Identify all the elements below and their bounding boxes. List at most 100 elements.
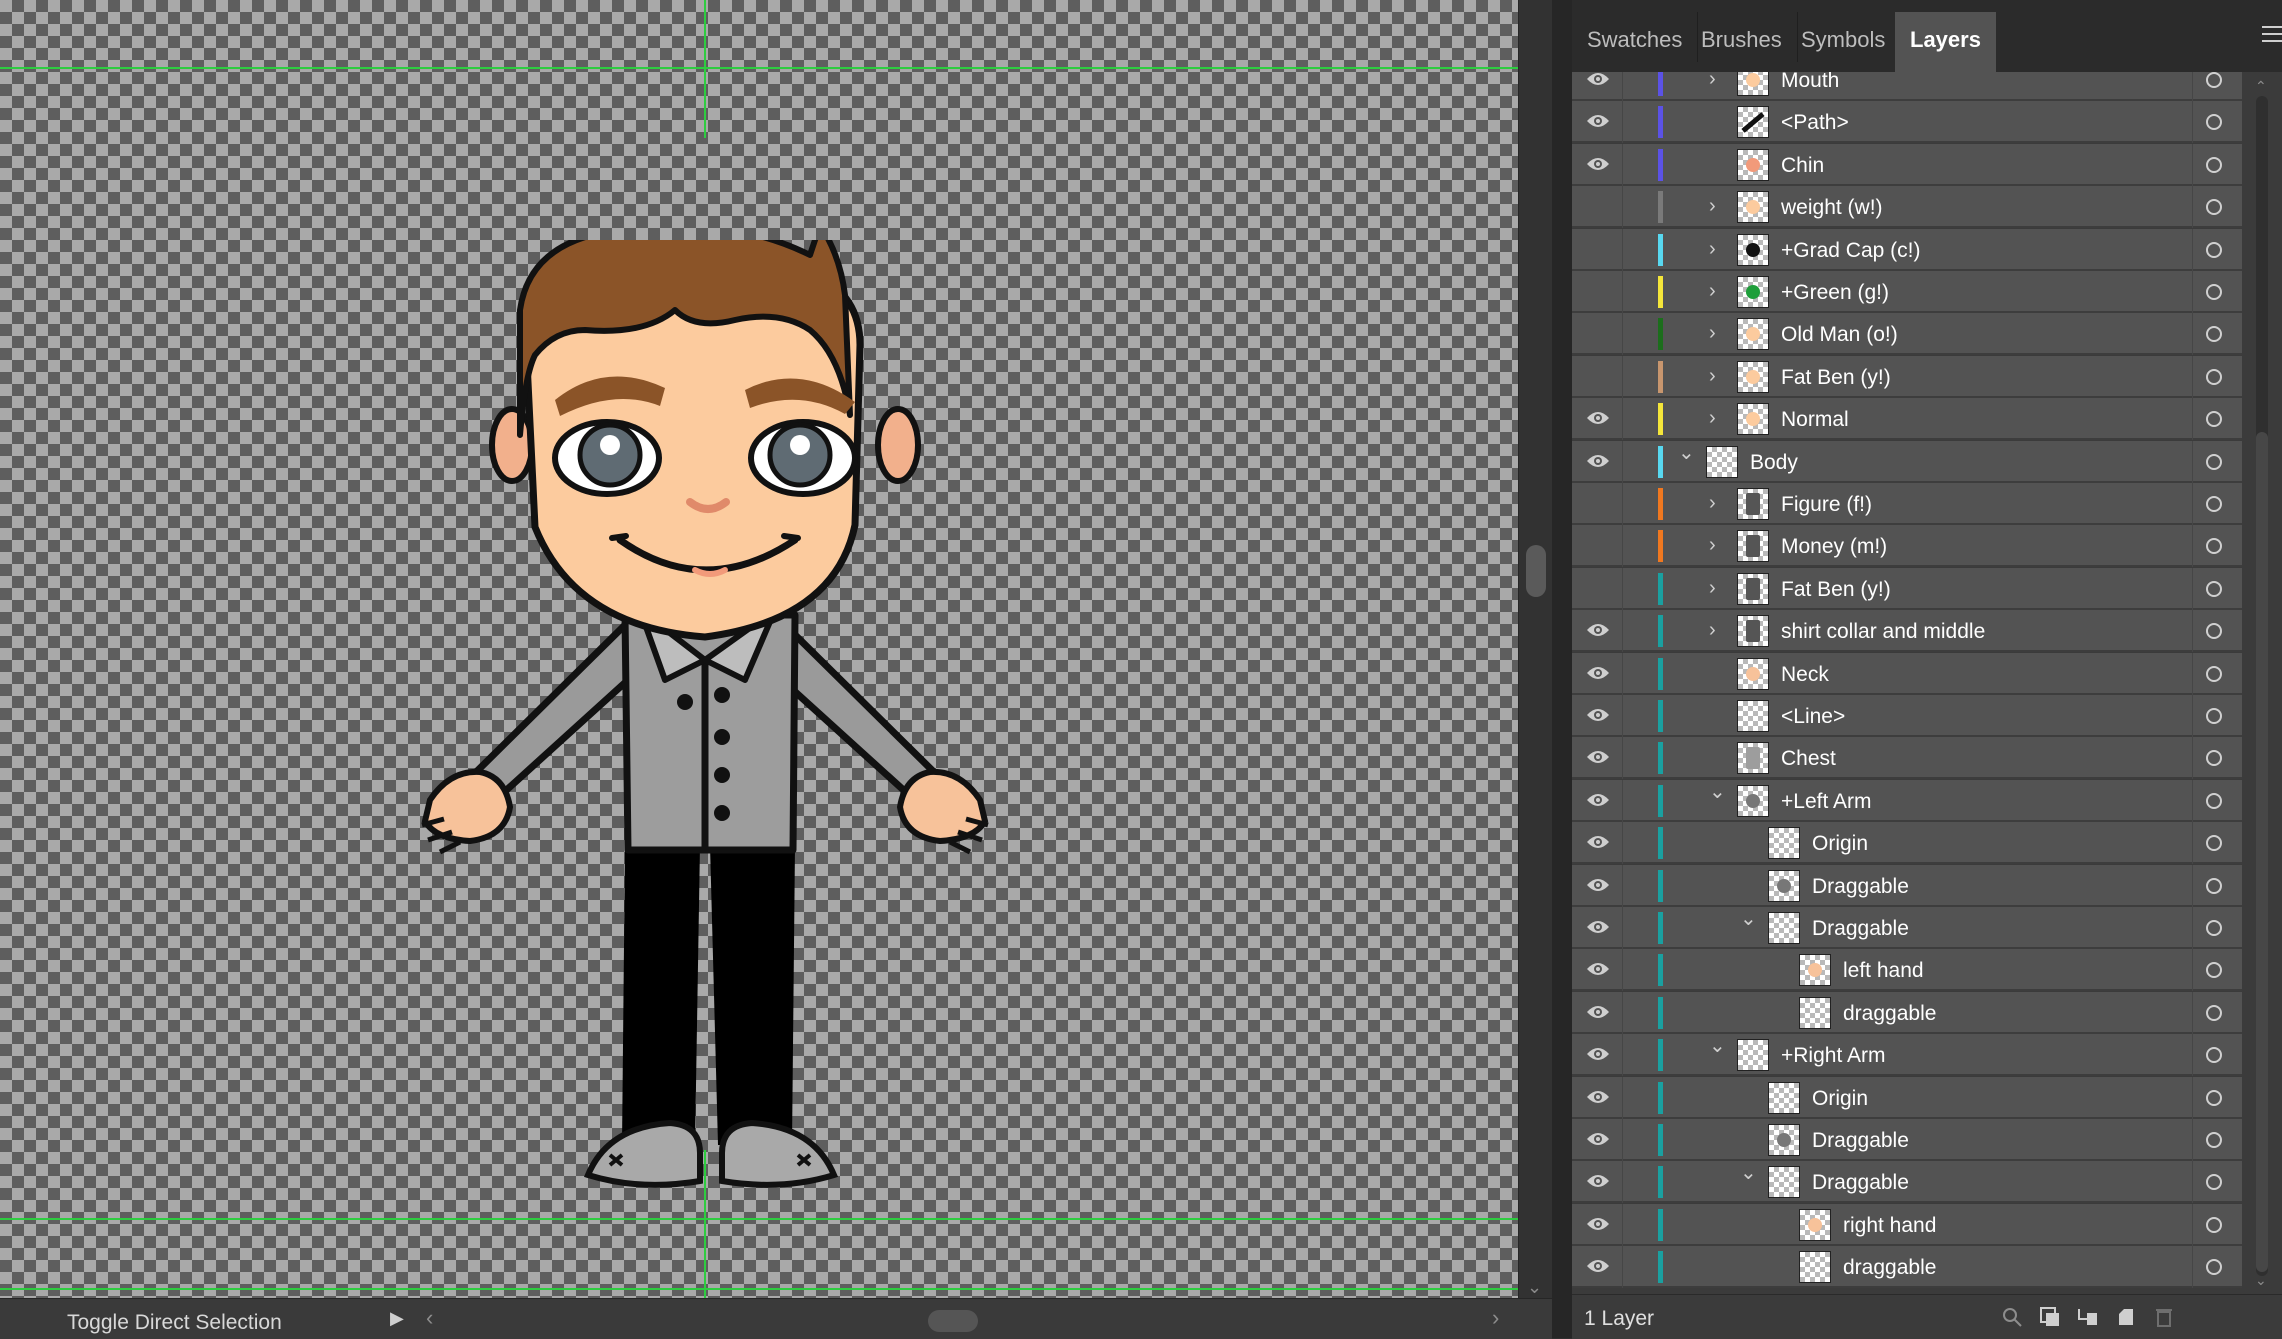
layer-row[interactable]: Draggable: [1572, 864, 2242, 907]
lock-toggle[interactable]: [1624, 271, 1658, 313]
scroll-right-icon[interactable]: ›: [1492, 1305, 1499, 1331]
expand-chevron-right-icon[interactable]: ›: [1709, 493, 1723, 513]
expand-chevron-down-icon[interactable]: ⌄: [1709, 1036, 1726, 1056]
expand-chevron-down-icon[interactable]: ⌄: [1740, 1163, 1757, 1183]
target-circle-icon[interactable]: [2206, 199, 2222, 216]
expand-chevron-right-icon[interactable]: ›: [1709, 408, 1723, 428]
expand-chevron-down-icon[interactable]: ⌄: [1678, 443, 1695, 463]
layer-name[interactable]: Chest: [1781, 747, 1836, 771]
visibility-eye-icon[interactable]: [1586, 155, 1610, 173]
target-circle-icon[interactable]: [2206, 496, 2222, 512]
visibility-eye-icon[interactable]: [1586, 409, 1610, 427]
lock-toggle[interactable]: [1624, 441, 1658, 483]
layer-row[interactable]: left hand: [1572, 949, 2242, 992]
lock-toggle[interactable]: [1624, 610, 1658, 652]
canvas-horizontal-scroll-thumb[interactable]: [928, 1310, 978, 1332]
layer-name[interactable]: Chin: [1781, 154, 1824, 178]
lock-toggle[interactable]: [1624, 949, 1658, 991]
target-circle-icon[interactable]: [2206, 920, 2222, 936]
layer-row[interactable]: › Figure (f!): [1572, 483, 2242, 525]
layer-name[interactable]: Money (m!): [1781, 535, 1887, 559]
target-circle-icon[interactable]: [2206, 538, 2222, 555]
expand-chevron-right-icon[interactable]: ›: [1709, 366, 1723, 386]
layer-row[interactable]: › Mouth: [1572, 72, 2242, 101]
layer-row[interactable]: <Line>: [1572, 695, 2242, 737]
scroll-left-icon[interactable]: ‹: [426, 1305, 433, 1331]
create-new-layer-icon[interactable]: [2114, 1305, 2138, 1329]
expand-chevron-right-icon[interactable]: ›: [1709, 281, 1723, 301]
layer-name[interactable]: +Grad Cap (c!): [1781, 239, 1920, 263]
layer-row[interactable]: Origin: [1572, 1076, 2242, 1119]
lock-toggle[interactable]: [1624, 907, 1658, 949]
target-circle-icon[interactable]: [2206, 962, 2222, 979]
layer-name[interactable]: Origin: [1812, 832, 1868, 856]
target-circle-icon[interactable]: [2206, 114, 2222, 131]
lock-toggle[interactable]: [1624, 780, 1658, 822]
play-icon[interactable]: ▶: [390, 1308, 404, 1329]
layer-row[interactable]: › shirt collar and middle: [1572, 610, 2242, 653]
lock-toggle[interactable]: [1624, 72, 1658, 101]
locate-object-icon[interactable]: [2000, 1305, 2024, 1329]
layer-name[interactable]: Mouth: [1781, 72, 1839, 93]
create-sublayer-icon[interactable]: [2076, 1305, 2100, 1329]
layer-name[interactable]: <Path>: [1781, 111, 1849, 135]
visibility-toggle-empty[interactable]: [1586, 494, 1610, 512]
layer-name[interactable]: +Left Arm: [1781, 790, 1871, 814]
panel-menu-icon[interactable]: [2262, 26, 2282, 47]
lock-toggle[interactable]: [1624, 992, 1658, 1034]
layer-row[interactable]: Origin: [1572, 822, 2242, 865]
shirt[interactable]: [621, 607, 799, 854]
lock-toggle[interactable]: [1624, 865, 1658, 907]
visibility-toggle-empty[interactable]: [1586, 240, 1610, 258]
layer-row[interactable]: Neck: [1572, 652, 2242, 695]
canvas-scroll-thumb[interactable]: [1526, 545, 1546, 597]
layer-name[interactable]: Old Man (o!): [1781, 323, 1898, 347]
shoes[interactable]: [583, 1119, 839, 1188]
layer-name[interactable]: left hand: [1843, 959, 1924, 983]
layer-row[interactable]: › +Green (g!): [1572, 271, 2242, 313]
layer-row[interactable]: › +Grad Cap (c!): [1572, 228, 2242, 271]
layer-row[interactable]: Chest: [1572, 737, 2242, 780]
layer-row[interactable]: › Normal: [1572, 398, 2242, 441]
target-circle-icon[interactable]: [2206, 750, 2222, 767]
lock-toggle[interactable]: [1624, 822, 1658, 864]
layer-name[interactable]: Draggable: [1812, 875, 1909, 899]
target-circle-icon[interactable]: [2206, 368, 2222, 385]
layer-name[interactable]: Figure (f!): [1781, 493, 1872, 517]
tab-brushes[interactable]: Brushes: [1686, 12, 1798, 62]
visibility-eye-icon[interactable]: [1586, 1088, 1610, 1106]
target-circle-icon[interactable]: [2206, 1174, 2222, 1191]
layer-name[interactable]: draggable: [1843, 1002, 1936, 1026]
tab-swatches[interactable]: Swatches: [1572, 12, 1699, 62]
layer-row[interactable]: <Path>: [1572, 101, 2242, 144]
visibility-eye-icon[interactable]: [1586, 1172, 1610, 1190]
delete-layer-icon[interactable]: [2152, 1305, 2176, 1329]
layer-row[interactable]: ⌄ +Right Arm: [1572, 1034, 2242, 1077]
lock-toggle[interactable]: [1624, 1246, 1658, 1288]
target-circle-icon[interactable]: [2206, 241, 2222, 258]
layer-row[interactable]: ⌄ +Left Arm: [1572, 779, 2242, 822]
target-circle-icon[interactable]: [2206, 72, 2222, 88]
layers-vertical-scrollbar[interactable]: ⌃ ⌄: [2242, 72, 2282, 1294]
lock-toggle[interactable]: [1624, 1119, 1658, 1161]
guide-line-top[interactable]: [0, 67, 1518, 69]
layer-name[interactable]: <Line>: [1781, 705, 1845, 729]
lock-toggle[interactable]: [1624, 1034, 1658, 1076]
expand-chevron-right-icon[interactable]: ›: [1709, 535, 1723, 555]
target-circle-icon[interactable]: [2206, 708, 2222, 724]
visibility-eye-icon[interactable]: [1586, 960, 1610, 978]
visibility-eye-icon[interactable]: [1586, 1045, 1610, 1063]
target-circle-icon[interactable]: [2206, 326, 2222, 343]
visibility-eye-icon[interactable]: [1586, 112, 1610, 130]
layer-name[interactable]: Fat Ben (y!): [1781, 578, 1891, 602]
layer-row[interactable]: ⌄ Body: [1572, 440, 2242, 483]
visibility-toggle-empty[interactable]: [1586, 579, 1610, 597]
target-circle-icon[interactable]: [2206, 156, 2222, 173]
visibility-eye-icon[interactable]: [1586, 1003, 1610, 1021]
layers-scroll-thumb[interactable]: [2256, 432, 2268, 1272]
scroll-down-arrow-icon[interactable]: ⌄: [2255, 1272, 2267, 1289]
layer-row[interactable]: Draggable: [1572, 1119, 2242, 1161]
layer-row[interactable]: Chin: [1572, 143, 2242, 186]
layer-row[interactable]: › Fat Ben (y!): [1572, 355, 2242, 398]
layer-row[interactable]: › Old Man (o!): [1572, 313, 2242, 356]
